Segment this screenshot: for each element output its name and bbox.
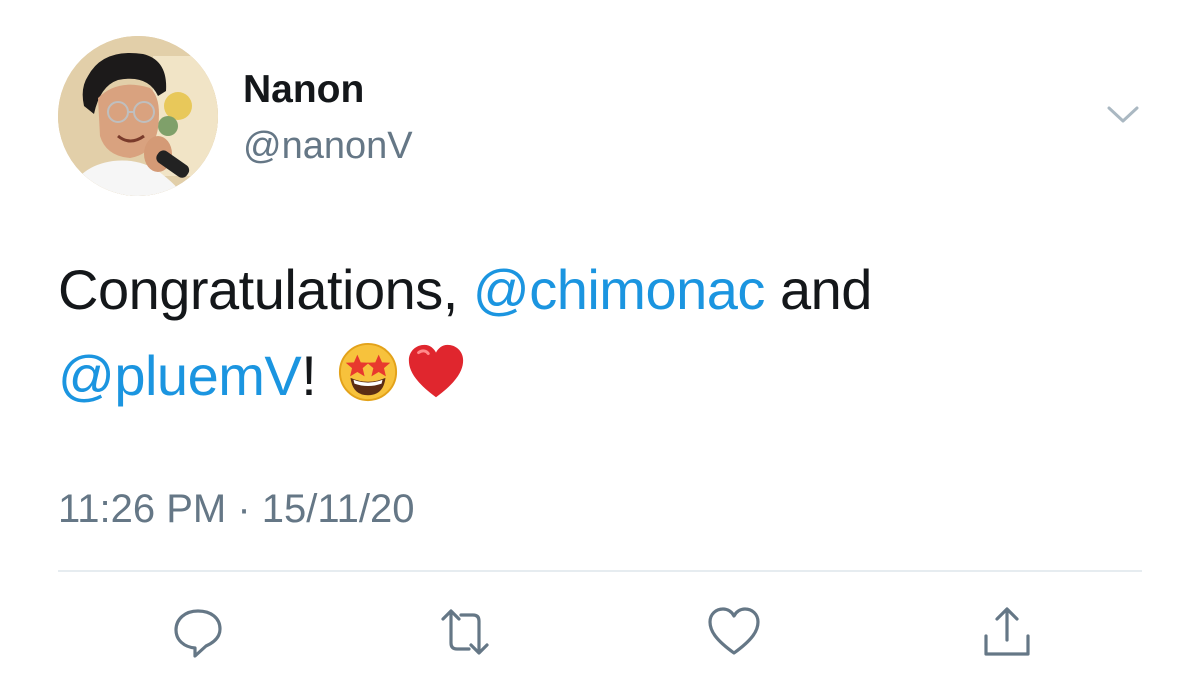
- profile-photo: [58, 36, 218, 196]
- tweet-text-after: !: [301, 344, 332, 407]
- red-heart-emoji: [405, 341, 467, 403]
- mention-link[interactable]: @chimonac: [473, 258, 766, 321]
- display-name[interactable]: Nanon: [243, 68, 364, 112]
- action-bar: [0, 600, 1200, 664]
- star-struck-emoji: [337, 341, 399, 403]
- share-icon: [980, 604, 1034, 660]
- retweet-icon: [435, 605, 495, 659]
- reply-icon: [171, 605, 225, 659]
- tweet-text: Congratulations, @chimonac and @pluemV!: [58, 247, 1148, 419]
- timestamp[interactable]: 11:26 PM · 15/11/20: [58, 485, 415, 533]
- avatar[interactable]: [58, 36, 218, 196]
- heart-icon: [706, 605, 762, 659]
- like-button[interactable]: [702, 600, 766, 664]
- retweet-button[interactable]: [433, 600, 497, 664]
- tweet-text-middle: and: [764, 258, 872, 321]
- chevron-down-icon[interactable]: [1106, 104, 1140, 126]
- share-button[interactable]: [975, 600, 1039, 664]
- divider: [58, 570, 1142, 572]
- mention-link[interactable]: @pluemV: [58, 344, 302, 407]
- user-handle[interactable]: @nanonV: [243, 124, 413, 168]
- reply-button[interactable]: [166, 600, 230, 664]
- tweet-text-before: Congratulations,: [58, 258, 473, 321]
